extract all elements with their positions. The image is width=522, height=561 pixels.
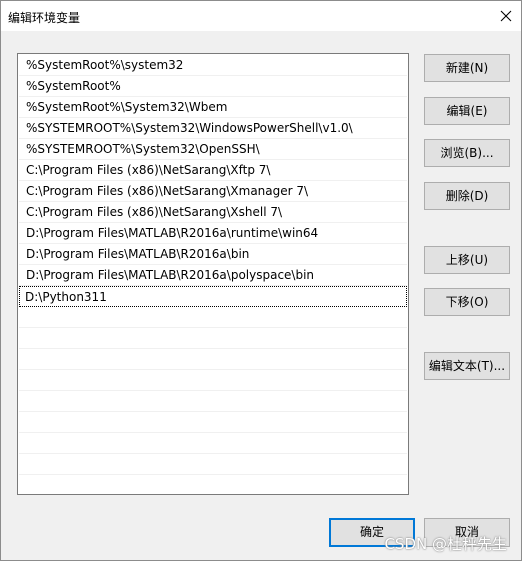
list-item[interactable]: D:\Program Files\MATLAB\R2016a\polyspace…: [19, 265, 407, 286]
delete-button[interactable]: 删除(D): [424, 182, 510, 210]
list-item[interactable]: [19, 391, 407, 412]
move-down-button[interactable]: 下移(O): [424, 288, 510, 316]
move-up-button[interactable]: 上移(U): [424, 246, 510, 274]
list-item[interactable]: [19, 475, 407, 494]
list-item[interactable]: D:\Python311: [19, 286, 407, 307]
list-item[interactable]: %SYSTEMROOT%\System32\WindowsPowerShell\…: [19, 118, 407, 139]
list-item[interactable]: [19, 433, 407, 454]
dialog-title: 编辑环境变量: [8, 11, 81, 25]
edit-button[interactable]: 编辑(E): [424, 97, 510, 125]
list-item[interactable]: %SYSTEMROOT%\System32\OpenSSH\: [19, 139, 407, 160]
list-item[interactable]: D:\Program Files\MATLAB\R2016a\runtime\w…: [19, 223, 407, 244]
path-list[interactable]: %SystemRoot%\system32 %SystemRoot% %System…: [17, 53, 409, 495]
edit-text-button[interactable]: 编辑文本(T)...: [424, 352, 510, 380]
list-item[interactable]: [19, 328, 407, 349]
list-item[interactable]: D:\Program Files\MATLAB\R2016a\bin: [19, 244, 407, 265]
new-button[interactable]: 新建(N): [424, 54, 510, 82]
edit-env-var-dialog: 编辑环境变量 %SystemRoot%\system32 %SystemRoot%…: [0, 0, 522, 561]
list-item[interactable]: %SystemRoot%\System32\Wbem: [19, 97, 407, 118]
list-item[interactable]: [19, 454, 407, 475]
list-item[interactable]: %SystemRoot%\system32: [19, 55, 407, 76]
close-button[interactable]: [491, 1, 521, 31]
watermark: CSDN @杜秤先生: [384, 535, 507, 553]
list-item[interactable]: %SystemRoot%: [19, 76, 407, 97]
list-item[interactable]: [19, 307, 407, 328]
list-item[interactable]: C:\Program Files (x86)\NetSarang\Xftp 7\: [19, 160, 407, 181]
list-item[interactable]: [19, 370, 407, 391]
list-item[interactable]: [19, 349, 407, 370]
list-item[interactable]: [19, 412, 407, 433]
browse-button[interactable]: 浏览(B)...: [424, 139, 510, 167]
close-icon: [500, 10, 512, 22]
list-item[interactable]: C:\Program Files (x86)\NetSarang\Xshell …: [19, 202, 407, 223]
title-bar: 编辑环境变量: [1, 1, 521, 31]
list-item[interactable]: C:\Program Files (x86)\NetSarang\Xmanage…: [19, 181, 407, 202]
